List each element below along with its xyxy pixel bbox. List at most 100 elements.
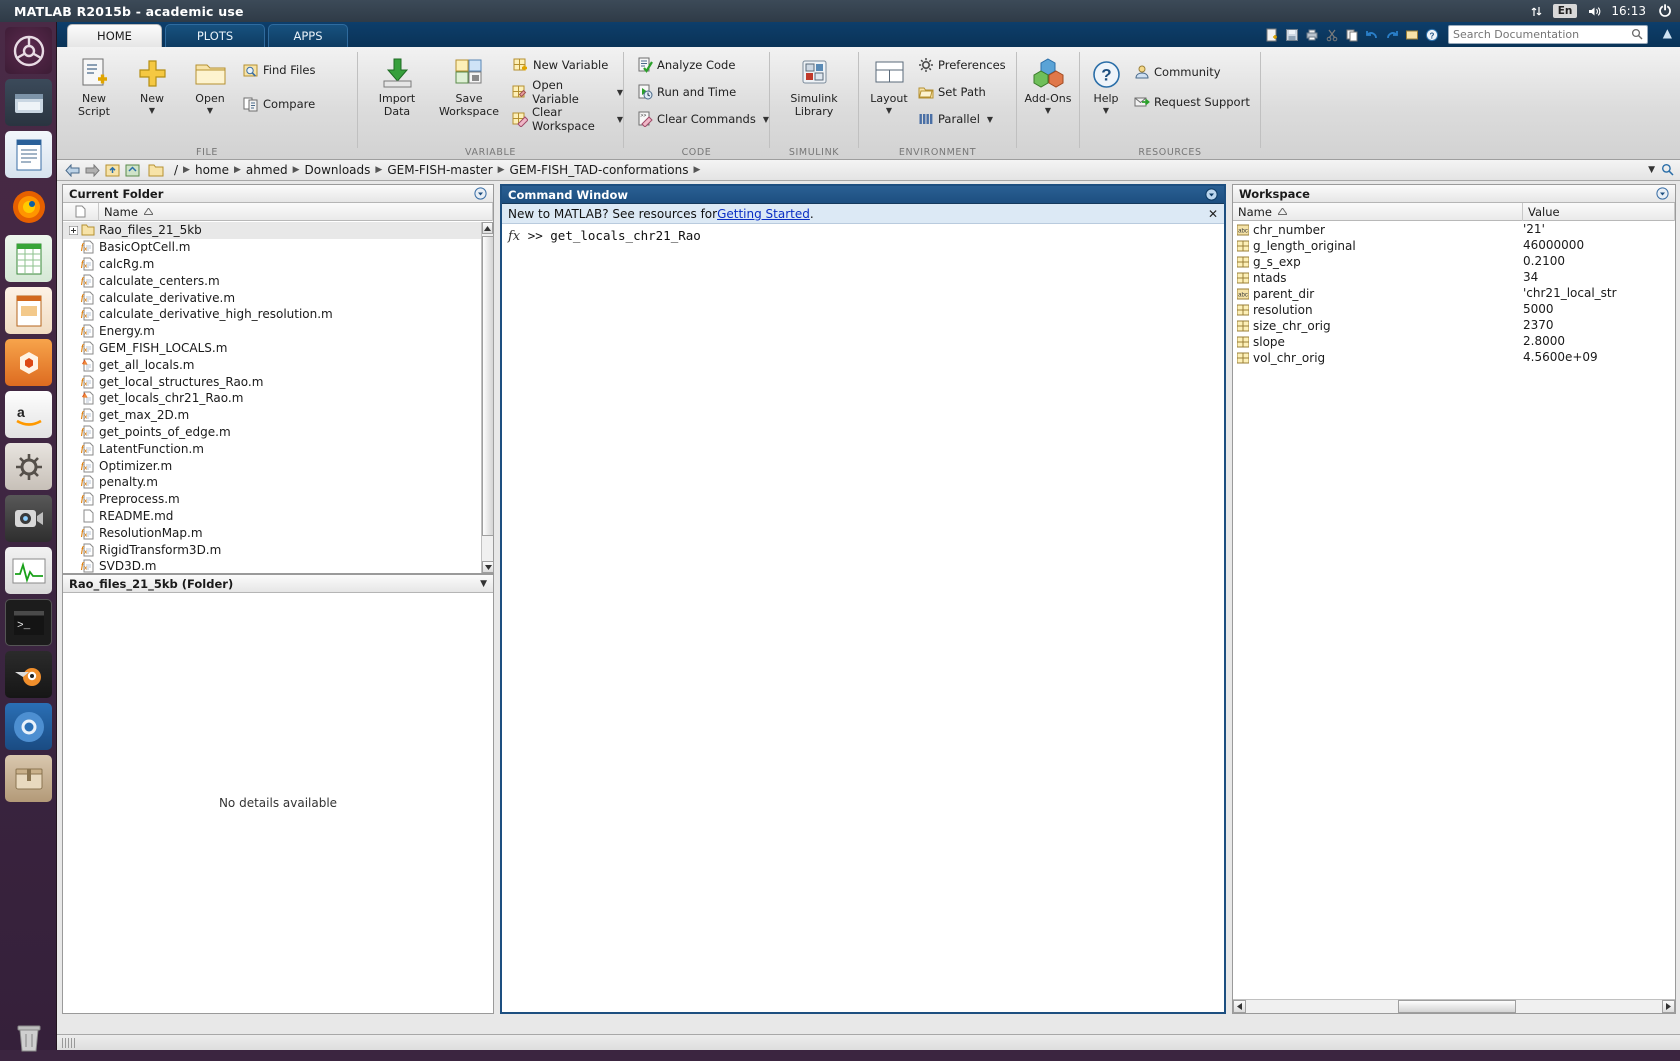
file-list-item[interactable]: f x RigidTransform3D.m bbox=[63, 541, 481, 558]
file-list-item[interactable]: README.md bbox=[63, 508, 481, 525]
scroll-down-icon[interactable] bbox=[482, 561, 494, 573]
getting-started-link[interactable]: Getting Started bbox=[717, 207, 810, 221]
open-button[interactable]: Open ▼ bbox=[181, 52, 239, 115]
workspace-row[interactable]: ntads 34 bbox=[1233, 270, 1675, 286]
run-and-time-button[interactable]: Run and Time bbox=[636, 81, 736, 103]
file-list-item[interactable]: Rao_files_21_5kb bbox=[63, 222, 481, 239]
breadcrumb-segment-ahmed[interactable]: ahmed bbox=[242, 163, 292, 177]
up-folder-icon[interactable] bbox=[102, 161, 122, 180]
blender-icon[interactable] bbox=[5, 651, 52, 698]
system-monitor-icon[interactable] bbox=[5, 547, 52, 594]
layout-caret-icon[interactable]: ▼ bbox=[863, 106, 915, 115]
workspace-row[interactable]: size_chr_orig 2370 bbox=[1233, 318, 1675, 334]
file-list-item[interactable]: f x BasicOptCell.m bbox=[63, 239, 481, 256]
system-clock[interactable]: 16:13 bbox=[1611, 4, 1646, 18]
resize-grip-icon[interactable] bbox=[62, 1037, 76, 1048]
search-icon[interactable] bbox=[1661, 161, 1674, 180]
preferences-button[interactable]: Preferences bbox=[917, 54, 1006, 76]
file-list-item[interactable]: f x Preprocess.m bbox=[63, 491, 481, 508]
scroll-up-icon[interactable] bbox=[482, 222, 493, 234]
libreoffice-writer-icon[interactable] bbox=[5, 131, 52, 178]
file-list-item[interactable]: f x Energy.m bbox=[63, 323, 481, 340]
scrollbar-thumb[interactable] bbox=[482, 236, 494, 536]
breadcrumb-segment-home[interactable]: home bbox=[191, 163, 233, 177]
tab-plots[interactable]: PLOTS bbox=[165, 24, 265, 47]
open-variable-button[interactable]: Open Variable ▼ bbox=[512, 78, 623, 106]
find-files-button[interactable]: Find Files bbox=[242, 59, 315, 81]
file-list-item[interactable]: f x calculate_derivative_high_resolution.m bbox=[63, 306, 481, 323]
new-script-quick-icon[interactable] bbox=[1263, 26, 1280, 43]
command-window-output[interactable]: fx >> get_locals_chr21_Rao bbox=[502, 224, 1224, 1012]
file-list-item[interactable]: get_locals_chr21_Rao.m bbox=[63, 390, 481, 407]
help-button[interactable]: ? Help ▼ bbox=[1082, 52, 1130, 115]
workspace-hscrollbar[interactable] bbox=[1233, 999, 1675, 1013]
language-indicator[interactable]: En bbox=[1552, 4, 1578, 18]
column-header-value[interactable]: Value bbox=[1523, 202, 1675, 221]
workspace-row[interactable]: abc chr_number '21' bbox=[1233, 222, 1675, 238]
system-settings-icon[interactable] bbox=[5, 443, 52, 490]
workspace-row[interactable]: abc parent_dir 'chr21_local_str bbox=[1233, 286, 1675, 302]
scroll-right-icon[interactable] bbox=[1662, 1000, 1675, 1013]
cut-quick-icon[interactable] bbox=[1323, 26, 1340, 43]
trash-icon[interactable] bbox=[5, 1014, 52, 1061]
current-folder-panel-options[interactable] bbox=[474, 187, 487, 200]
add-ons-caret-icon[interactable]: ▼ bbox=[1019, 106, 1077, 115]
archive-manager-icon[interactable] bbox=[5, 755, 52, 802]
amazon-icon[interactable]: a bbox=[5, 391, 52, 438]
add-ons-button[interactable]: Add-Ons ▼ bbox=[1019, 52, 1077, 115]
file-list-item[interactable]: f x calculate_derivative.m bbox=[63, 289, 481, 306]
workspace-row[interactable]: vol_chr_orig 4.5600e+09 bbox=[1233, 350, 1675, 366]
save-workspace-button[interactable]: Save Workspace bbox=[430, 52, 508, 118]
help-caret-icon[interactable]: ▼ bbox=[1082, 106, 1130, 115]
undo-quick-icon[interactable] bbox=[1363, 26, 1380, 43]
firefox-icon[interactable] bbox=[5, 183, 52, 230]
browse-quick-icon[interactable] bbox=[1403, 26, 1420, 43]
community-button[interactable]: Community bbox=[1133, 61, 1221, 83]
workspace-variable-list[interactable]: abc chr_number '21' g_length_original 460000… bbox=[1233, 222, 1675, 999]
save-quick-icon[interactable] bbox=[1283, 26, 1300, 43]
clear-workspace-button[interactable]: Clear Workspace ▼ bbox=[512, 105, 623, 133]
close-icon[interactable]: ⏻ bbox=[1656, 2, 1674, 20]
parallel-caret-icon[interactable]: ▼ bbox=[987, 115, 993, 124]
workspace-row[interactable]: g_s_exp 0.2100 bbox=[1233, 254, 1675, 270]
expand-icon[interactable] bbox=[67, 225, 79, 235]
print-quick-icon[interactable] bbox=[1303, 26, 1320, 43]
tab-home[interactable]: HOME bbox=[67, 24, 162, 47]
workspace-row[interactable]: slope 2.8000 bbox=[1233, 334, 1675, 350]
workspace-row[interactable]: g_length_original 46000000 bbox=[1233, 238, 1675, 254]
new-script-button[interactable]: New Script bbox=[65, 52, 123, 118]
search-icon[interactable] bbox=[1631, 25, 1643, 44]
file-list-item[interactable]: f x GEM_FISH_LOCALS.m bbox=[63, 340, 481, 357]
simulink-library-button[interactable]: Simulink Library bbox=[778, 52, 850, 118]
set-path-button[interactable]: Set Path bbox=[917, 81, 986, 103]
network-updown-icon[interactable] bbox=[1530, 5, 1543, 18]
file-list-item[interactable]: f x get_points_of_edge.m bbox=[63, 424, 481, 441]
import-data-button[interactable]: Import Data bbox=[366, 52, 428, 118]
current-folder-scrollbar[interactable] bbox=[481, 222, 494, 573]
analyze-code-button[interactable]: Analyze Code bbox=[636, 54, 735, 76]
file-list-item[interactable]: f x LatentFunction.m bbox=[63, 440, 481, 457]
terminal-icon[interactable]: >_ bbox=[5, 599, 52, 646]
new-variable-button[interactable]: New Variable bbox=[512, 54, 608, 76]
copy-quick-icon[interactable] bbox=[1343, 26, 1360, 43]
file-list-item[interactable]: get_all_locals.m bbox=[63, 356, 481, 373]
file-list-item[interactable]: f x calcRg.m bbox=[63, 256, 481, 273]
files-manager-icon[interactable] bbox=[5, 79, 52, 126]
file-list-item[interactable]: f x get_max_2D.m bbox=[63, 407, 481, 424]
column-header-name[interactable]: Name bbox=[99, 202, 493, 221]
new-caret-icon[interactable]: ▼ bbox=[123, 106, 181, 115]
ubuntu-dash-icon[interactable] bbox=[5, 27, 52, 74]
breadcrumb-root[interactable]: / bbox=[170, 163, 182, 177]
forward-arrow-icon[interactable] bbox=[82, 161, 102, 180]
breadcrumb-segment-gem-fish-master[interactable]: GEM-FISH-master bbox=[383, 163, 496, 177]
clear-commands-button[interactable]: >> Clear Commands ▼ bbox=[636, 108, 769, 130]
chromium-icon[interactable] bbox=[5, 703, 52, 750]
breadcrumb-segment-downloads[interactable]: Downloads bbox=[301, 163, 375, 177]
file-list-item[interactable]: f x ResolutionMap.m bbox=[63, 524, 481, 541]
libreoffice-impress-icon[interactable] bbox=[5, 287, 52, 334]
file-list-item[interactable]: f x get_local_structures_Rao.m bbox=[63, 373, 481, 390]
redo-quick-icon[interactable] bbox=[1383, 26, 1400, 43]
parallel-button[interactable]: Parallel ▼ bbox=[917, 108, 993, 130]
close-icon[interactable]: ✕ bbox=[1208, 207, 1218, 221]
command-window-panel-options[interactable] bbox=[1205, 188, 1218, 201]
